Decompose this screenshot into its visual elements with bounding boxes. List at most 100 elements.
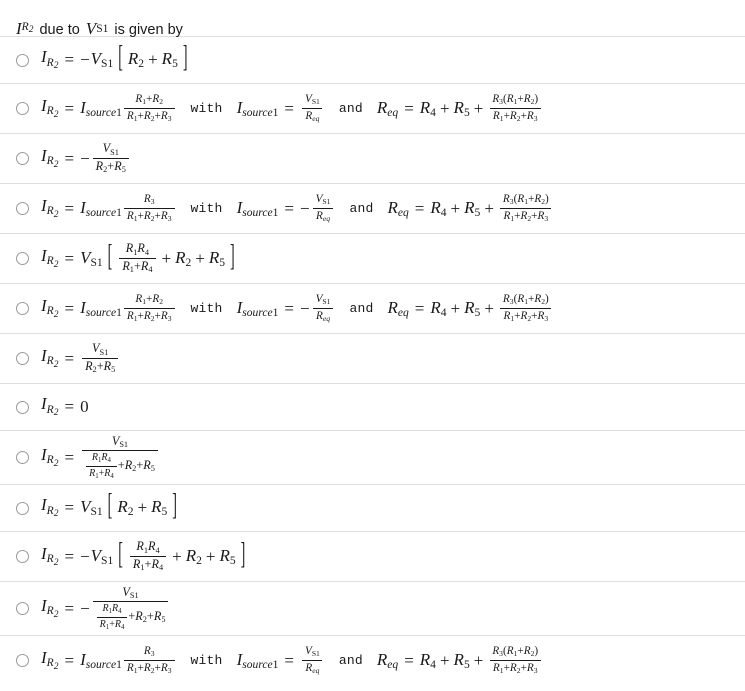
option-row[interactable]: IR2 = VS1[R2 + R5] — [0, 484, 745, 531]
resistor-symbol: R2 — [152, 93, 164, 107]
option-row[interactable]: IR2 = VS1[R1R4 R1+R4 + R2 + R5] — [0, 233, 745, 283]
radio-button[interactable] — [16, 252, 29, 265]
radio-button[interactable] — [16, 602, 29, 615]
option-row[interactable]: IR2 = Isource1 R3 R1+R2+R3 with Isource1 = VS1 Re… — [0, 635, 745, 685]
resistor-symbol: R1 — [492, 662, 504, 676]
option-row[interactable]: IR2 = − VS1[R1R4 R1+R4 + R2 + R5] — [0, 531, 745, 581]
resistor-symbol: R1 — [517, 193, 528, 207]
minus-sign: − — [80, 50, 90, 70]
equivalent-resistance-symbol: Req — [387, 297, 409, 319]
radio-button[interactable] — [16, 202, 29, 215]
plus-sign: + — [96, 359, 104, 373]
resistor-symbol: R1 — [99, 618, 110, 631]
radio-button[interactable] — [16, 152, 29, 165]
left-bracket: [ — [107, 240, 113, 274]
option-row[interactable]: IR2 = 0 — [0, 383, 745, 430]
resistor-symbol: R1 — [136, 539, 148, 555]
right-bracket: ] — [230, 240, 235, 274]
zero-value: 0 — [80, 397, 89, 417]
resistor-sum: R1+R2 — [517, 293, 545, 307]
source-current-fraction: VS1 Req — [302, 645, 323, 675]
resistor-sum: R2+R5 — [85, 359, 116, 375]
option-row[interactable]: IR2 = − VS1[R2 + R5] — [0, 36, 745, 83]
current-symbol: IR2 — [41, 295, 59, 320]
option-expression: IR2 = Isource1 R1+R2 R1+R2+R3 with Isource1 = VS… — [41, 93, 543, 123]
radio-button[interactable] — [16, 400, 29, 414]
current-divider-fraction: R3 R1+R2+R3 — [123, 645, 175, 676]
current-divider-fraction: R3 R1+R2+R3 — [123, 193, 175, 224]
req-fraction: R3(R1+R2) R1+R2+R3 — [500, 193, 552, 223]
option-row[interactable]: IR2 = VS1 R2+R5 — [0, 333, 745, 383]
resistor-sum: R1+R2+R3 — [127, 110, 172, 123]
radio-button[interactable] — [16, 550, 29, 563]
minus-sign: − — [80, 149, 90, 168]
plus-sign: + — [473, 651, 484, 670]
resistor-symbol: R1 — [503, 210, 515, 224]
resistor-symbol: R2 — [534, 193, 545, 207]
bracket-contents: R1R4 R1+R4 + R2 + R5 — [117, 242, 225, 274]
option-expression: IR2 = VS1 R2+R5 — [41, 342, 120, 374]
source-voltage-symbol: VS1 — [315, 293, 331, 307]
radio-button[interactable] — [16, 102, 29, 115]
equivalent-resistance-symbol: Req — [305, 110, 320, 124]
plus-sign: + — [148, 50, 158, 70]
stem-math: I R2 — [16, 20, 33, 37]
resistor-symbol: R5 — [151, 497, 168, 519]
equals-sign: = — [64, 349, 75, 368]
bracket-contents: R2 + R5 — [117, 498, 167, 518]
resistor-symbol: R1 — [91, 452, 102, 465]
options-list: IR2 = − VS1[R2 + R5] IR2 = Isource1 R1+R2 R1+R2+R3… — [0, 36, 745, 685]
current-symbol: IR2 — [41, 95, 59, 120]
resistor-symbol: R5 — [464, 297, 481, 319]
resistor-symbol: R1 — [122, 259, 134, 275]
resistor-symbol: R3 — [492, 93, 503, 107]
with-label: with — [190, 653, 223, 668]
plus-sign: + — [439, 651, 450, 670]
option-expression: IR2 = VS1 R1R4 R1+R4 +R2+R5 — [41, 434, 160, 481]
option-expression: IR2 = − VS1[R1R4 R1+R4 + R2 + R5] — [41, 539, 250, 573]
option-row[interactable]: IR2 = Isource1 R1+R2 R1+R2+R3 with Isource1 = − V… — [0, 283, 745, 333]
radio-button[interactable] — [16, 53, 29, 67]
resistor-sum: R1+R2 — [507, 93, 535, 106]
equals-sign: = — [284, 651, 294, 670]
option-row[interactable]: IR2 = − VS1 R1R4 R1+R4 +R2+R5 — [0, 581, 745, 635]
left-bracket: [ — [107, 490, 113, 524]
req-fraction: R3(R1+R2) R1+R2+R3 — [489, 93, 541, 123]
option-row[interactable]: IR2 = Isource1 R3 R1+R2+R3 with Isource1 = − VS1 R… — [0, 183, 745, 233]
resistor-symbol: R1 — [135, 293, 147, 307]
current-symbol: IR2 — [41, 647, 59, 672]
resistor-symbol: R5 — [103, 359, 116, 375]
minus-sign: − — [299, 199, 310, 218]
source-voltage-symbol: VS1 — [315, 193, 331, 207]
nested-fraction: VS1 R1R4 R1+R4 +R2+R5 — [82, 434, 158, 481]
radio-button[interactable] — [16, 302, 29, 315]
equivalent-resistance-symbol: Req — [387, 197, 409, 219]
resistor-symbol: R3 — [143, 645, 155, 659]
resistor-symbol: R1 — [492, 110, 504, 124]
minus-sign: − — [299, 299, 310, 318]
radio-button[interactable] — [16, 451, 29, 464]
resistor-symbol: R2 — [185, 545, 202, 567]
resistor-symbol: R1 — [102, 603, 113, 616]
source-current-symbol: Isource1 — [236, 297, 279, 319]
option-row[interactable]: IR2 = VS1 R1R4 R1+R4 +R2+R5 — [0, 430, 745, 484]
resistor-symbol: R3 — [160, 210, 172, 224]
resistor-symbol: R2 — [175, 247, 192, 269]
voltage-over-resistance-fraction: VS1 R2+R5 — [92, 142, 129, 174]
resistor-sum: R1+R2+R3 — [126, 662, 172, 676]
current-divider-fraction: R1+R2 R1+R2+R3 — [123, 93, 175, 123]
resistor-symbol: R1 — [132, 557, 145, 573]
option-row[interactable]: IR2 = − VS1 R2+R5 — [0, 133, 745, 183]
equals-sign: = — [64, 149, 75, 168]
radio-button[interactable] — [16, 352, 29, 365]
stem-tail: is given by — [114, 22, 183, 38]
source-current-symbol: Isource1 — [236, 649, 279, 671]
equals-sign: = — [64, 299, 75, 318]
resistor-symbol: R3 — [160, 310, 172, 324]
resistor-symbol: R1 — [126, 662, 138, 676]
option-row[interactable]: IR2 = Isource1 R1+R2 R1+R2+R3 with Isource1 = VS… — [0, 83, 745, 133]
resistor-symbol: R2 — [534, 293, 545, 307]
radio-button[interactable] — [16, 654, 29, 667]
radio-button[interactable] — [16, 501, 29, 515]
source-current-fraction: VS1 Req — [302, 93, 323, 123]
